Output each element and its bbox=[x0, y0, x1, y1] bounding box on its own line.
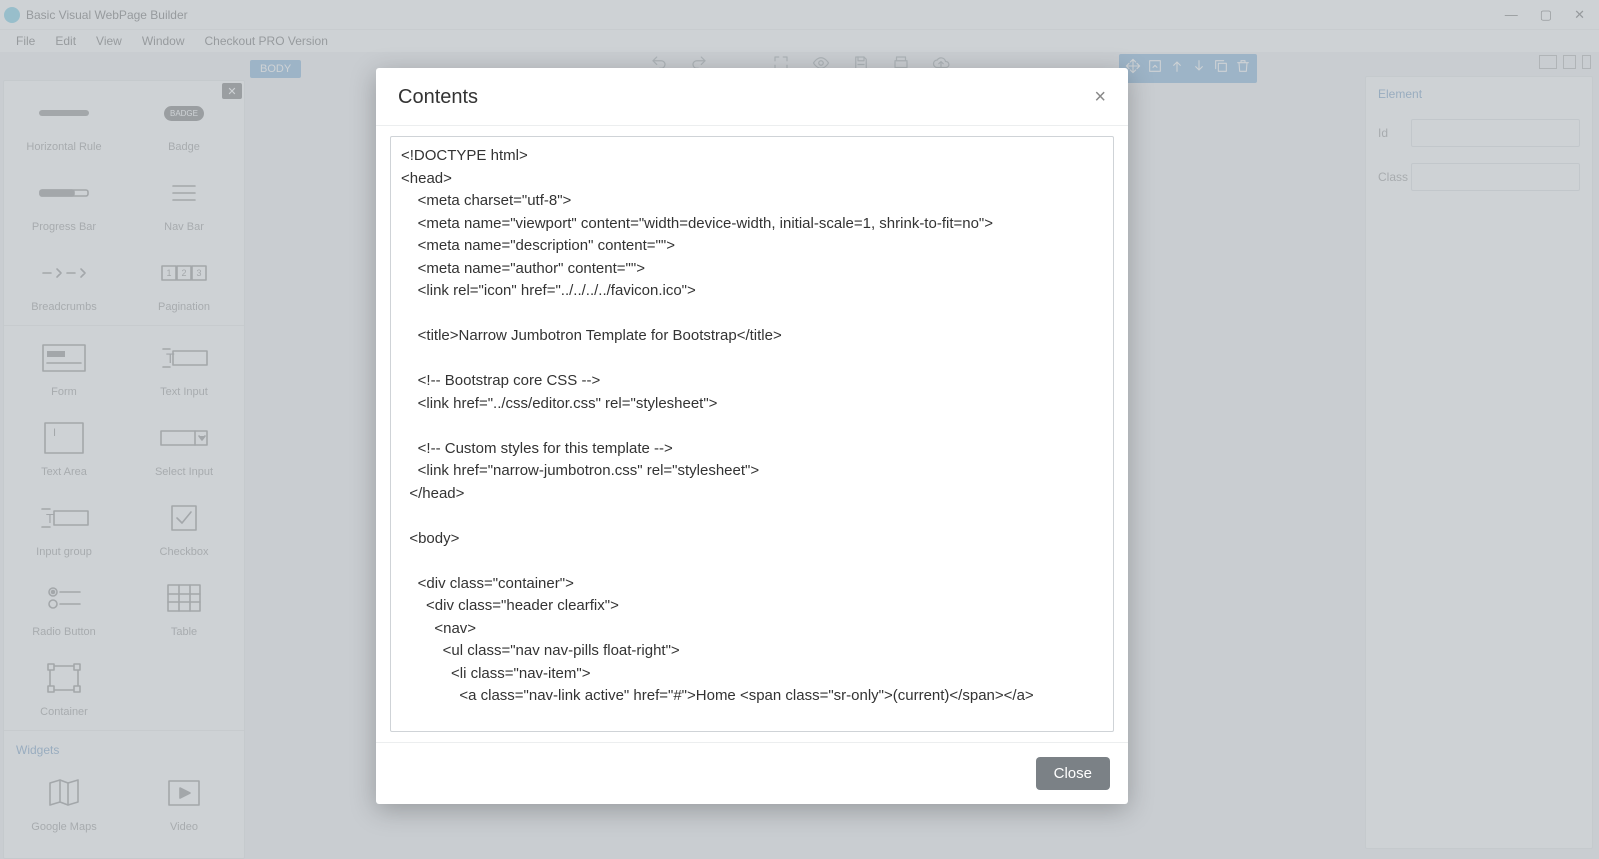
close-button[interactable]: Close bbox=[1036, 757, 1110, 790]
modal-body bbox=[376, 126, 1128, 742]
modal-header: Contents × bbox=[376, 68, 1128, 126]
modal-title: Contents bbox=[398, 86, 478, 109]
contents-modal: Contents × Close bbox=[376, 68, 1128, 804]
modal-close-icon[interactable]: × bbox=[1094, 86, 1106, 109]
modal-footer: Close bbox=[376, 742, 1128, 804]
code-textarea[interactable] bbox=[390, 136, 1114, 732]
